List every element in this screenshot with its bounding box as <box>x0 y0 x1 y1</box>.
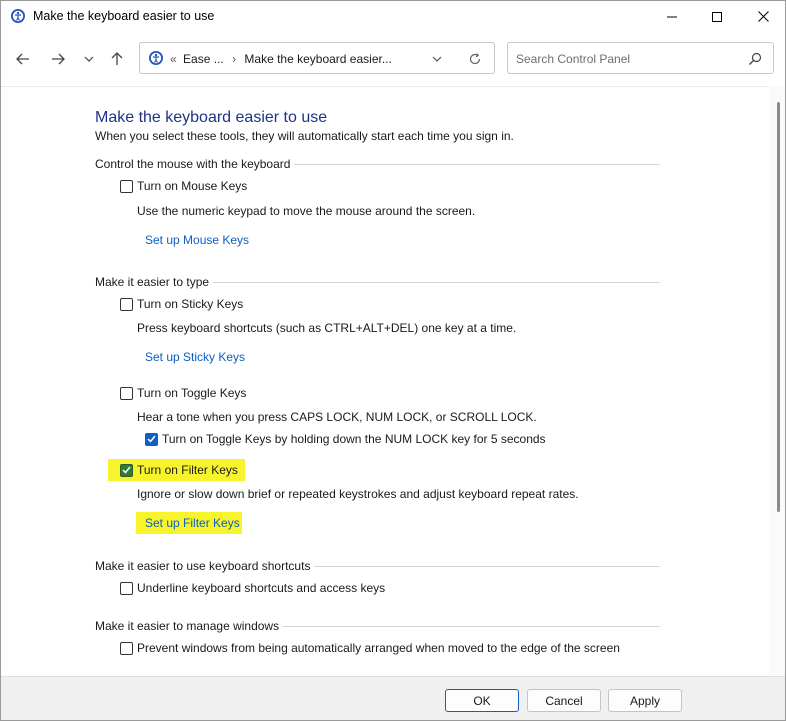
breadcrumb-item-ease-of-access[interactable]: Ease ... <box>183 52 224 66</box>
back-arrow-icon <box>16 53 29 65</box>
dialog-footer: OK Cancel Apply <box>1 676 785 720</box>
section-heading-text: Make it easier to type <box>95 275 210 289</box>
refresh-icon <box>469 53 481 65</box>
toggle-keys-hold-label[interactable]: Turn on Toggle Keys by holding down the … <box>162 432 546 446</box>
search-placeholder[interactable]: Search Control Panel <box>516 52 630 66</box>
toggle-keys-checkbox-row[interactable]: Turn on Toggle Keys <box>120 386 246 400</box>
sticky-keys-label[interactable]: Turn on Sticky Keys <box>137 297 243 311</box>
forward-button[interactable] <box>45 46 71 72</box>
navigation-bar: « Ease ... › Make the keyboard easier...… <box>1 32 785 86</box>
setup-filter-keys-link[interactable]: Set up Filter Keys <box>145 516 240 530</box>
minimize-button[interactable] <box>649 1 695 32</box>
divider <box>314 565 660 567</box>
section-heading-mouse: Control the mouse with the keyboard <box>95 157 660 171</box>
breadcrumb-separator: › <box>232 52 237 66</box>
checkmark-icon <box>122 466 131 474</box>
section-heading-windows: Make it easier to manage windows <box>95 619 660 633</box>
sticky-keys-checkbox-row[interactable]: Turn on Sticky Keys <box>120 297 243 311</box>
forward-arrow-icon <box>52 53 65 65</box>
close-button[interactable] <box>740 1 785 32</box>
breadcrumb: « Ease ... › Make the keyboard easier... <box>170 52 392 66</box>
sticky-keys-description: Press keyboard shortcuts (such as CTRL+A… <box>137 321 517 335</box>
section-heading-text: Make it easier to manage windows <box>95 619 280 633</box>
control-panel-window: Make the keyboard easier to use « Ease .… <box>0 0 786 721</box>
title-bar: Make the keyboard easier to use <box>1 1 785 32</box>
recent-locations-button[interactable] <box>76 46 102 72</box>
search-icon[interactable] <box>748 52 762 66</box>
toggle-keys-description: Hear a tone when you press CAPS LOCK, NU… <box>137 410 537 424</box>
mouse-keys-checkbox-row[interactable]: Turn on Mouse Keys <box>120 179 247 193</box>
address-dropdown-button[interactable] <box>430 52 444 66</box>
sticky-keys-checkbox[interactable] <box>120 297 133 311</box>
underline-shortcuts-checkbox[interactable] <box>120 581 133 595</box>
filter-keys-label[interactable]: Turn on Filter Keys <box>137 463 238 477</box>
underline-shortcuts-checkbox-row[interactable]: Underline keyboard shortcuts and access … <box>120 581 385 595</box>
search-box[interactable]: Search Control Panel <box>507 42 774 74</box>
prevent-arrange-label[interactable]: Prevent windows from being automatically… <box>137 641 620 655</box>
up-arrow-icon <box>111 52 123 65</box>
setup-mouse-keys-link[interactable]: Set up Mouse Keys <box>145 233 249 247</box>
checkmark-icon <box>147 435 156 443</box>
prevent-arrange-checkbox[interactable] <box>120 641 133 655</box>
divider <box>283 625 660 627</box>
toggle-keys-label[interactable]: Turn on Toggle Keys <box>137 386 246 400</box>
apply-button[interactable]: Apply <box>608 689 682 712</box>
maximize-button[interactable] <box>694 1 740 32</box>
refresh-button[interactable] <box>468 52 482 66</box>
toggle-keys-hold-checkbox[interactable] <box>145 432 158 446</box>
page-title: Make the keyboard easier to use <box>95 109 328 126</box>
breadcrumb-item-current[interactable]: Make the keyboard easier... <box>244 52 391 66</box>
mouse-keys-description: Use the numeric keypad to move the mouse… <box>137 204 476 218</box>
minimize-icon <box>667 16 677 17</box>
back-button[interactable] <box>10 46 36 72</box>
cancel-button[interactable]: Cancel <box>527 689 601 712</box>
mouse-keys-checkbox[interactable] <box>120 179 133 193</box>
prevent-arrange-checkbox-row[interactable]: Prevent windows from being automatically… <box>120 641 620 655</box>
chevron-down-icon <box>432 56 442 62</box>
ok-button[interactable]: OK <box>445 689 519 712</box>
breadcrumb-overflow[interactable]: « <box>170 52 177 66</box>
ease-of-access-icon <box>148 50 164 66</box>
maximize-icon <box>712 11 722 22</box>
ease-of-access-icon <box>10 8 26 24</box>
chevron-down-icon <box>84 56 94 62</box>
filter-keys-description: Ignore or slow down brief or repeated ke… <box>137 487 579 501</box>
page-subtitle: When you select these tools, they will a… <box>95 129 514 143</box>
main-content: Make the keyboard easier to use When you… <box>1 86 769 676</box>
section-heading-text: Make it easier to use keyboard shortcuts <box>95 559 311 573</box>
scrollbar-thumb[interactable] <box>777 102 780 512</box>
section-heading-text: Control the mouse with the keyboard <box>95 157 291 171</box>
address-bar[interactable]: « Ease ... › Make the keyboard easier... <box>139 42 495 74</box>
section-heading-shortcuts: Make it easier to use keyboard shortcuts <box>95 559 660 573</box>
close-icon <box>757 11 769 22</box>
section-heading-typing: Make it easier to type <box>95 275 660 289</box>
toggle-keys-checkbox[interactable] <box>120 386 133 400</box>
setup-sticky-keys-link[interactable]: Set up Sticky Keys <box>145 350 245 364</box>
underline-shortcuts-label[interactable]: Underline keyboard shortcuts and access … <box>137 581 385 595</box>
filter-keys-checkbox-row[interactable]: Turn on Filter Keys <box>120 463 238 477</box>
mouse-keys-label[interactable]: Turn on Mouse Keys <box>137 179 247 193</box>
divider <box>213 281 660 283</box>
divider <box>294 163 660 165</box>
vertical-scrollbar[interactable] <box>769 86 785 676</box>
window-title: Make the keyboard easier to use <box>33 9 215 23</box>
toggle-keys-hold-checkbox-row[interactable]: Turn on Toggle Keys by holding down the … <box>145 432 546 446</box>
up-button[interactable] <box>104 46 130 72</box>
filter-keys-checkbox[interactable] <box>120 463 133 477</box>
